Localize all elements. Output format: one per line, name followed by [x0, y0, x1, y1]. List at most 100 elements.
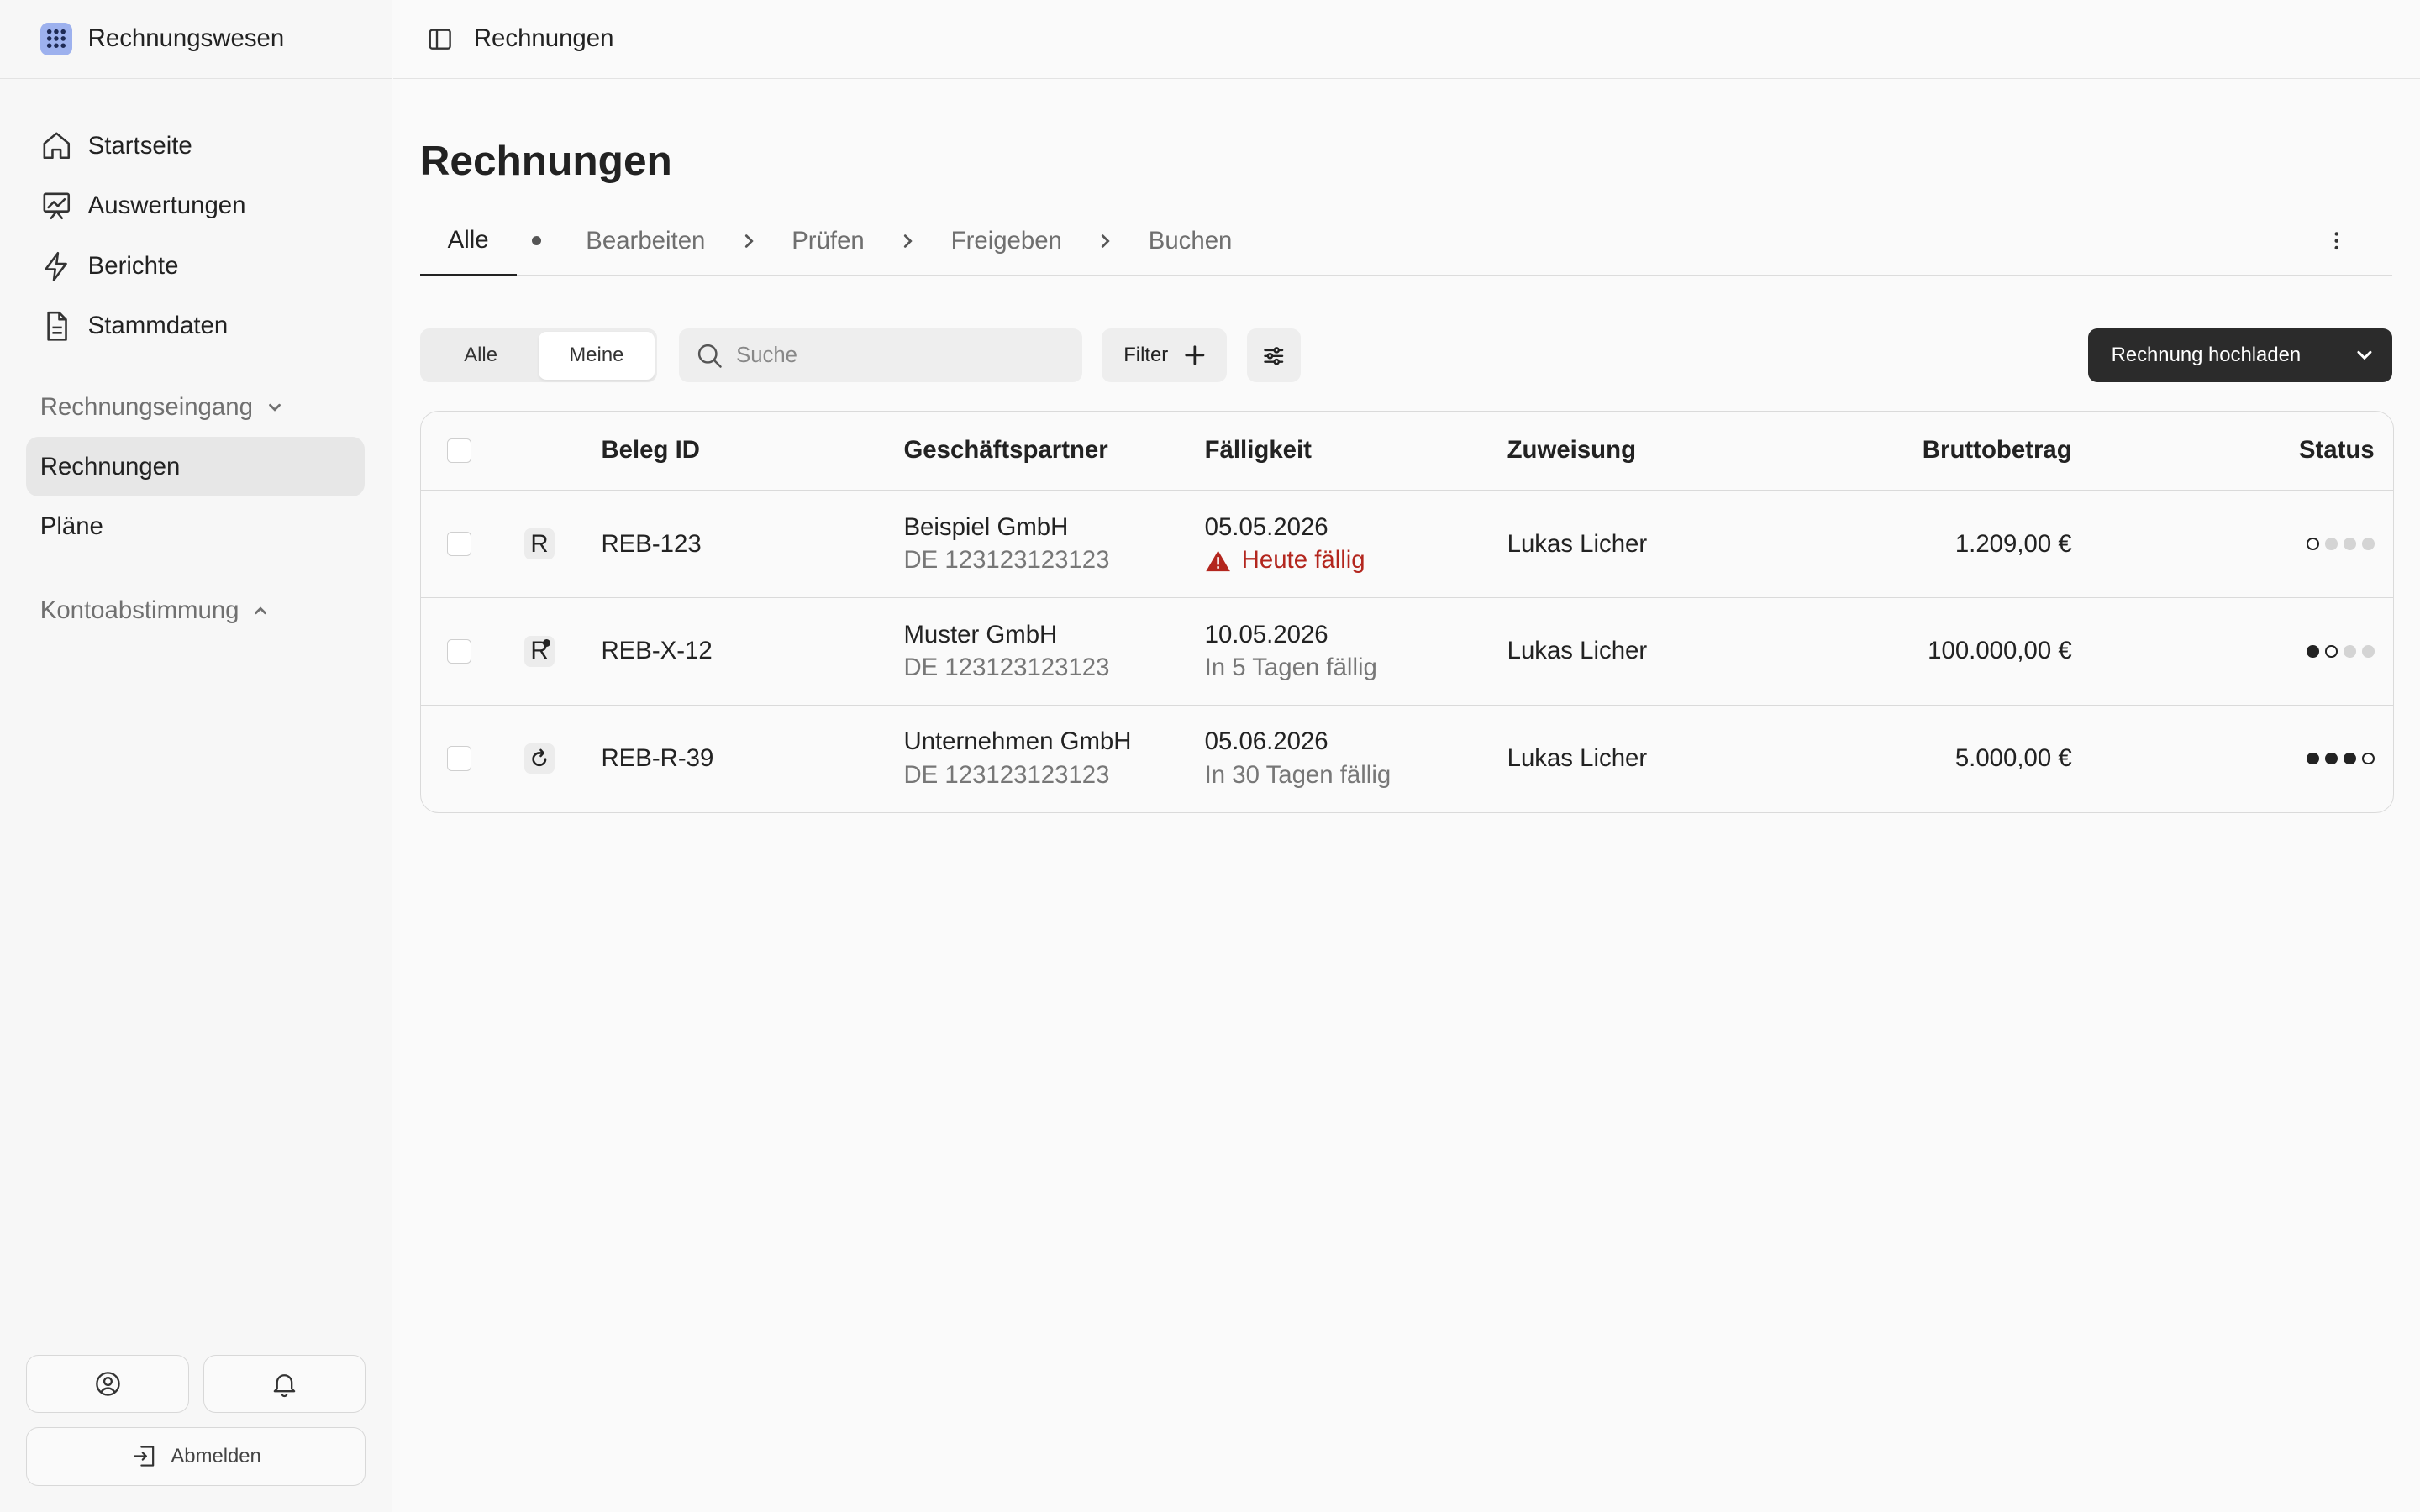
tab-alle[interactable]: Alle	[419, 207, 517, 276]
due-note: In 30 Tagen fällig	[1204, 760, 1392, 789]
topbar: Rechnungen	[393, 0, 2420, 79]
scope-all-button[interactable]: Alle	[423, 332, 539, 380]
status-step-current	[2324, 644, 2338, 658]
breadcrumb: Rechnungen	[473, 24, 614, 53]
search-icon	[697, 344, 722, 368]
tab-freigeben[interactable]: Freigeben	[951, 207, 1062, 275]
assignee: Lukas Licher	[1507, 637, 1648, 665]
sidebar-item-plaene[interactable]: Pläne	[26, 496, 365, 557]
row-checkbox[interactable]	[446, 531, 472, 557]
workflow-tabs: Alle Bearbeiten Prüfen Freigeben Buchen	[419, 207, 2392, 276]
nav-item-auswertungen[interactable]: Auswertungen	[0, 176, 392, 236]
nav-item-startseite[interactable]: Startseite	[0, 116, 392, 176]
column-header[interactable]: Beleg ID	[601, 412, 700, 491]
partner-name: Unternehmen GmbH	[903, 727, 1132, 756]
table-header: Beleg ID Geschäftspartner Fälligkeit Zuw…	[420, 412, 2393, 491]
column-header[interactable]: Status	[2299, 412, 2375, 491]
partner-vat-id: DE 123123123123	[903, 546, 1110, 575]
scope-mine-button[interactable]: Meine	[539, 331, 655, 380]
row-checkbox[interactable]	[446, 746, 472, 771]
profile-button[interactable]	[26, 1354, 189, 1414]
search-box[interactable]	[679, 328, 1082, 383]
table-row[interactable]: R REB-123 Beispiel GmbH DE 123123123123 …	[420, 491, 2393, 598]
filter-button[interactable]: Filter	[1102, 328, 1228, 383]
column-header[interactable]: Bruttobetrag	[1923, 412, 2072, 491]
column-header[interactable]: Geschäftspartner	[903, 412, 1107, 491]
chevron-right-icon	[739, 232, 758, 250]
partner-cell: Unternehmen GmbH DE 123123123123	[903, 706, 1131, 812]
sub-item-label: Rechnungen	[39, 452, 181, 480]
view-settings-button[interactable]	[1247, 328, 1302, 383]
sidebar-toggle-icon[interactable]	[428, 27, 452, 51]
upload-invoice-button[interactable]: Rechnung hochladen	[2088, 328, 2392, 383]
status-step-current	[2361, 752, 2375, 765]
table-row[interactable]: REB-R-39 Unternehmen GmbH DE 12312312312…	[421, 706, 2393, 812]
due-date: 10.05.2026	[1204, 620, 1328, 648]
nav-label: Startseite	[87, 131, 192, 160]
notifications-button[interactable]	[203, 1354, 366, 1414]
nav-label: Berichte	[87, 251, 179, 280]
sidebar: Rechnungswesen Startseite Auswertungen B…	[0, 0, 392, 1512]
due-cell: 05.06.2026 In 30 Tagen fällig	[1205, 706, 1392, 812]
section-label: Rechnungseingang	[39, 392, 253, 421]
partner-name: Muster GmbH	[903, 620, 1058, 648]
document-icon	[47, 312, 67, 341]
due-note-text: Heute fällig	[1241, 546, 1365, 575]
tab-bearbeiten[interactable]: Bearbeiten	[586, 207, 705, 275]
sliders-icon	[1264, 346, 1284, 365]
home-icon	[43, 132, 70, 160]
nav-item-berichte[interactable]: Berichte	[0, 236, 392, 297]
beleg-id: REB-123	[601, 529, 702, 558]
user-circle-icon	[95, 1372, 120, 1396]
more-vertical-icon[interactable]	[2324, 228, 2349, 260]
app-name: Rechnungswesen	[87, 24, 285, 53]
upload-label: Rechnung hochladen	[2111, 344, 2302, 367]
logout-button[interactable]: Abmelden	[26, 1426, 366, 1486]
sidebar-footer: Abmelden	[26, 1354, 366, 1486]
section-rechnungseingang[interactable]: Rechnungseingang	[0, 384, 392, 430]
column-header[interactable]: Fälligkeit	[1205, 412, 1312, 491]
invoice-table: Beleg ID Geschäftspartner Fälligkeit Zuw…	[419, 410, 2394, 813]
invoice-type-icon: R	[523, 635, 555, 667]
partner-name: Beispiel GmbH	[903, 512, 1069, 541]
row-select-cell	[446, 598, 472, 705]
column-header[interactable]: Zuweisung	[1507, 412, 1636, 491]
gross-amount: 100.000,00 €	[1928, 637, 2072, 665]
section-kontoabstimmung[interactable]: Kontoabstimmung	[0, 588, 392, 634]
status-step-current	[2306, 538, 2319, 550]
row-select-cell	[446, 706, 472, 812]
tab-pruefen[interactable]: Prüfen	[792, 207, 865, 275]
chart-icon	[43, 192, 70, 219]
status-progress	[2306, 644, 2375, 658]
table-row[interactable]: R REB-X-12 Muster GmbH DE 123123123123 1…	[420, 598, 2393, 706]
bolt-icon	[44, 251, 67, 281]
sidebar-item-rechnungen[interactable]: Rechnungen	[26, 436, 366, 497]
plus-icon	[1184, 345, 1204, 365]
status-step-done	[2343, 752, 2356, 765]
select-all-checkbox[interactable]	[446, 438, 472, 464]
due-date: 05.06.2026	[1204, 727, 1328, 756]
partner-vat-id: DE 123123123123	[903, 760, 1110, 789]
partner-cell: Beispiel GmbH DE 123123123123	[903, 491, 1109, 597]
app-brand[interactable]: Rechnungswesen	[0, 0, 392, 79]
nav-item-stammdaten[interactable]: Stammdaten	[0, 297, 392, 357]
chevron-right-icon	[1096, 232, 1114, 250]
due-note: In 5 Tagen fällig	[1204, 654, 1377, 682]
logout-icon	[133, 1446, 154, 1467]
type-cell	[523, 706, 555, 812]
row-checkbox[interactable]	[446, 638, 472, 664]
status-cell	[2306, 706, 2375, 812]
chevron-down-icon[interactable]	[2337, 345, 2392, 365]
select-all-cell	[446, 412, 472, 491]
chevron-down-icon	[268, 403, 281, 412]
status-step-done	[2306, 752, 2319, 765]
status-step-pending	[2361, 538, 2375, 550]
assignee: Lukas Licher	[1507, 744, 1648, 772]
chevron-right-icon	[898, 232, 917, 250]
gross-amount: 5.000,00 €	[1954, 744, 2072, 772]
search-input[interactable]	[733, 342, 1049, 370]
status-cell	[2306, 491, 2375, 597]
gross-amount: 1.209,00 €	[1954, 529, 2072, 558]
due-note: Heute fällig	[1205, 546, 1365, 575]
tab-buchen[interactable]: Buchen	[1149, 207, 1233, 275]
